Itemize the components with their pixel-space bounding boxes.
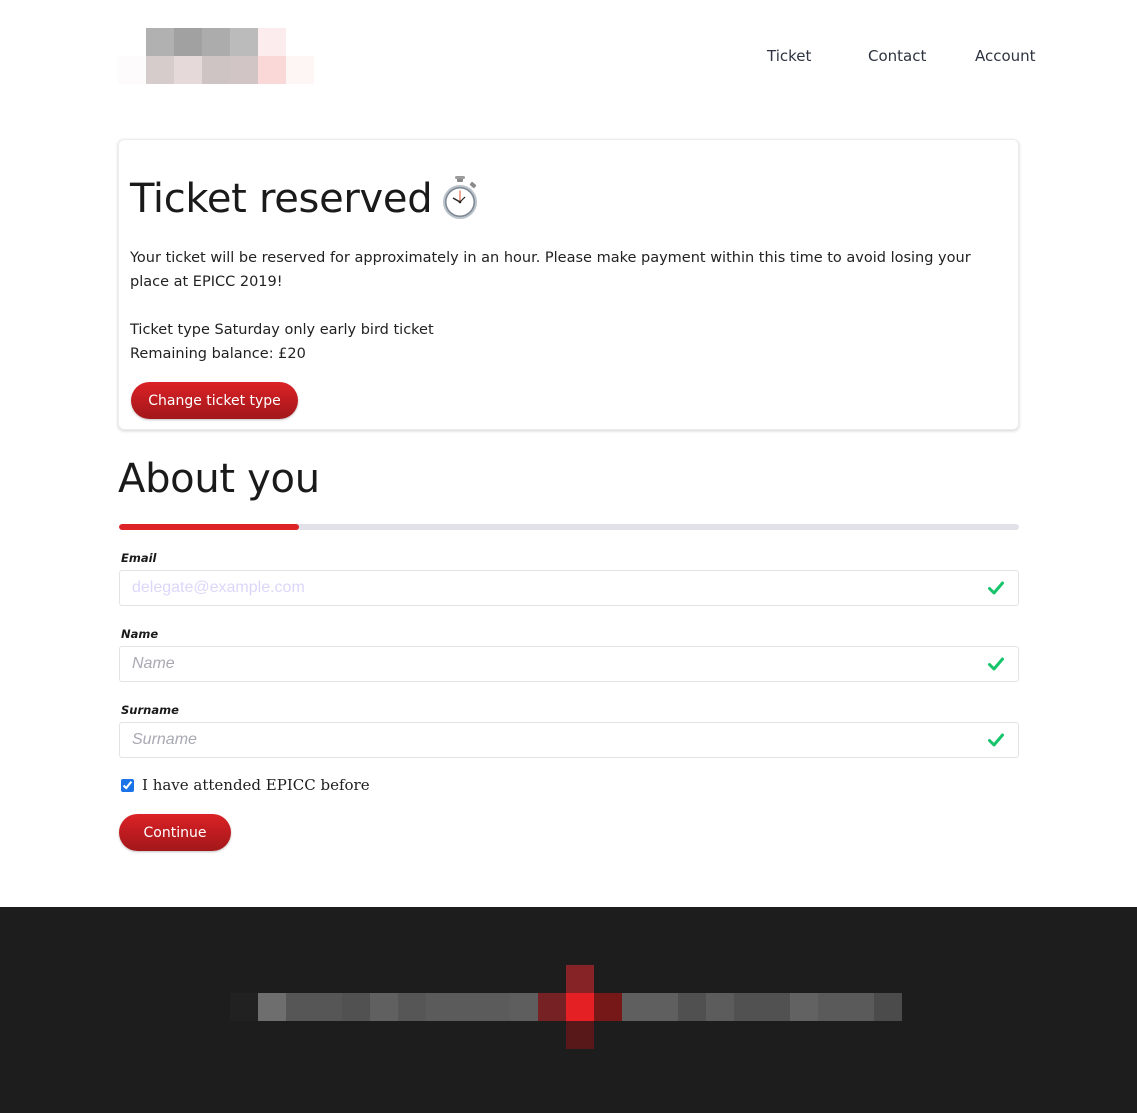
remaining-balance: Remaining balance: £20 [130,346,306,362]
site-header: Ticket Contact Account [0,0,1137,112]
site-footer [0,907,1137,1113]
nav-ticket[interactable]: Ticket [767,47,811,65]
change-ticket-type-button[interactable]: Change ticket type [131,382,298,419]
ticket-type: Ticket type Saturday only early bird tic… [130,322,434,338]
surname-field[interactable] [120,723,1018,757]
surname-label: Surname [121,703,179,717]
reservation-card: Ticket reserved Your ticket will be rese… [118,139,1019,430]
email-field[interactable] [120,571,1018,605]
form-progress-bar [119,524,1019,530]
continue-button[interactable]: Continue [119,814,231,851]
main-nav: Ticket Contact Account [0,47,1137,67]
reservation-message: Your ticket will be reserved for approxi… [130,250,971,290]
nav-contact[interactable]: Contact [868,47,926,65]
check-icon [988,657,1004,671]
attended-before-checkbox[interactable] [121,779,134,792]
attended-before-label[interactable]: I have attended EPICC before [142,776,370,794]
name-field-wrapper [119,646,1019,682]
email-field-wrapper [119,570,1019,606]
name-label: Name [121,627,159,641]
email-label: Email [121,551,157,565]
surname-field-wrapper [119,722,1019,758]
check-icon [988,733,1004,747]
nav-account[interactable]: Account [975,47,1036,65]
name-field[interactable] [120,647,1018,681]
about-you-title: About you [118,456,320,502]
stopwatch-icon [440,176,480,220]
check-icon [988,581,1004,595]
card-title: Ticket reserved [130,176,480,223]
form-progress-fill [119,524,299,530]
card-title-text: Ticket reserved [130,176,433,222]
